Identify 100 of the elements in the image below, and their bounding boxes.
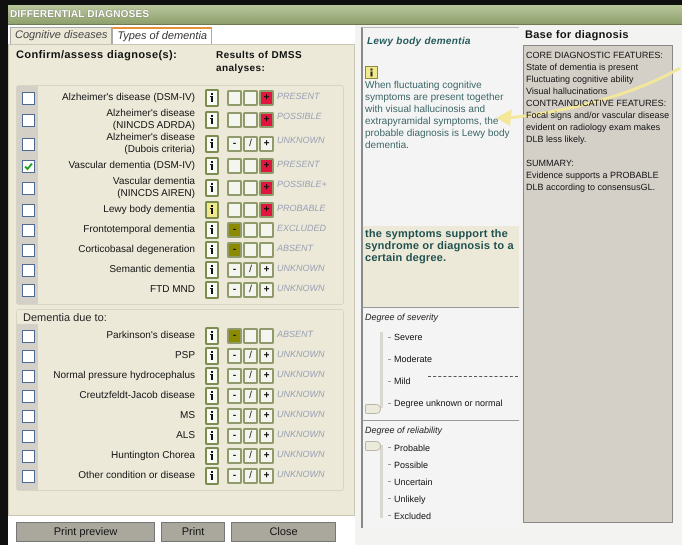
result-button[interactable]: + (259, 262, 274, 278)
diagnosis-label: Frontotemporal dementia (82, 224, 195, 236)
result-button[interactable] (243, 158, 258, 174)
result-button[interactable]: - (227, 222, 242, 238)
checkbox[interactable] (22, 160, 35, 172)
result-button[interactable]: - (227, 282, 242, 298)
result-button[interactable]: + (259, 180, 274, 196)
dialog-button[interactable]: Print (161, 522, 225, 542)
checkbox[interactable] (22, 470, 35, 482)
checkbox[interactable] (22, 390, 35, 402)
result-button[interactable] (259, 242, 274, 258)
slider-thumb[interactable] (365, 404, 381, 414)
result-button[interactable]: / (243, 282, 258, 298)
result-button[interactable] (243, 90, 258, 106)
checkbox[interactable] (22, 204, 35, 216)
info-button[interactable] (205, 89, 219, 107)
result-button[interactable]: - (227, 468, 242, 484)
result-button[interactable]: + (259, 448, 274, 464)
result-button[interactable]: + (259, 368, 274, 384)
result-button[interactable]: + (259, 90, 274, 106)
info-button[interactable] (205, 347, 219, 365)
result-button[interactable] (227, 202, 242, 218)
result-button[interactable]: + (259, 408, 274, 424)
result-button[interactable]: + (259, 112, 274, 128)
checkbox[interactable] (22, 410, 35, 422)
description-text: When fluctuating cognitive symptoms are present together with visual hallucinosis and extrapyramidal symptoms, the probable diagnosis is Lewy body dementia. (365, 80, 511, 152)
result-button[interactable]: - (227, 408, 242, 424)
result-button[interactable] (243, 328, 258, 344)
result-button[interactable] (259, 328, 274, 344)
checkbox[interactable] (22, 92, 35, 104)
result-button[interactable]: - (227, 388, 242, 404)
checkbox[interactable] (22, 264, 35, 276)
info-button[interactable] (205, 201, 219, 219)
result-button[interactable]: - (227, 262, 242, 278)
result-button[interactable]: - (227, 448, 242, 464)
info-button[interactable] (205, 447, 219, 465)
result-button[interactable] (243, 112, 258, 128)
result-button[interactable]: + (259, 136, 274, 152)
result-button[interactable]: / (243, 262, 258, 278)
result-button[interactable]: + (259, 468, 274, 484)
info-button[interactable] (205, 179, 219, 197)
checkbox[interactable] (22, 350, 35, 362)
result-button[interactable]: / (243, 448, 258, 464)
info-button[interactable] (205, 221, 219, 239)
info-button[interactable] (205, 281, 219, 299)
result-button[interactable] (227, 180, 242, 196)
info-icon (209, 471, 215, 481)
result-button[interactable] (243, 202, 258, 218)
info-button[interactable] (205, 157, 219, 175)
checkbox[interactable] (22, 284, 35, 296)
info-button[interactable] (205, 111, 219, 129)
result-button[interactable]: + (259, 282, 274, 298)
result-button[interactable]: + (259, 158, 274, 174)
info-button[interactable] (205, 367, 219, 385)
result-button[interactable]: / (243, 348, 258, 364)
slider-thumb[interactable] (365, 441, 381, 451)
result-button[interactable] (227, 90, 242, 106)
result-button[interactable]: - (227, 328, 242, 344)
result-button[interactable]: - (227, 348, 242, 364)
info-button[interactable] (205, 407, 219, 425)
result-button[interactable]: / (243, 408, 258, 424)
result-button[interactable]: + (259, 388, 274, 404)
info-button[interactable] (205, 135, 219, 153)
result-button[interactable]: / (243, 388, 258, 404)
info-button[interactable] (205, 241, 219, 259)
tab[interactable]: Types of dementia (112, 27, 212, 44)
result-button[interactable]: + (259, 348, 274, 364)
checkbox[interactable] (22, 330, 35, 342)
checkbox[interactable] (22, 244, 35, 256)
result-button[interactable]: / (243, 428, 258, 444)
checkbox[interactable] (22, 450, 35, 462)
dialog-button[interactable]: Close (231, 522, 336, 542)
result-button[interactable]: + (259, 428, 274, 444)
result-button[interactable]: + (259, 202, 274, 218)
checkbox[interactable] (22, 114, 35, 126)
result-button[interactable]: / (243, 136, 258, 152)
result-button[interactable] (243, 180, 258, 196)
result-button[interactable] (227, 112, 242, 128)
info-button[interactable] (205, 427, 219, 445)
checkbox[interactable] (22, 224, 35, 236)
checkbox[interactable] (22, 430, 35, 442)
result-button[interactable] (243, 222, 258, 238)
result-button[interactable] (259, 222, 274, 238)
result-button[interactable] (243, 242, 258, 258)
result-button[interactable]: - (227, 136, 242, 152)
info-button[interactable] (205, 261, 219, 279)
result-button[interactable]: - (227, 368, 242, 384)
result-button[interactable]: - (227, 242, 242, 258)
checkbox[interactable] (22, 138, 35, 150)
result-button[interactable]: - (227, 428, 242, 444)
result-button[interactable]: / (243, 368, 258, 384)
result-button[interactable] (227, 158, 242, 174)
info-button[interactable] (205, 467, 219, 485)
result-button[interactable]: / (243, 468, 258, 484)
checkbox[interactable] (22, 182, 35, 194)
checkbox[interactable] (22, 370, 35, 382)
info-button[interactable] (205, 327, 219, 345)
dialog-button[interactable]: Print preview (16, 522, 155, 542)
tab[interactable]: Cognitive diseases (10, 27, 112, 44)
info-button[interactable] (205, 387, 219, 405)
